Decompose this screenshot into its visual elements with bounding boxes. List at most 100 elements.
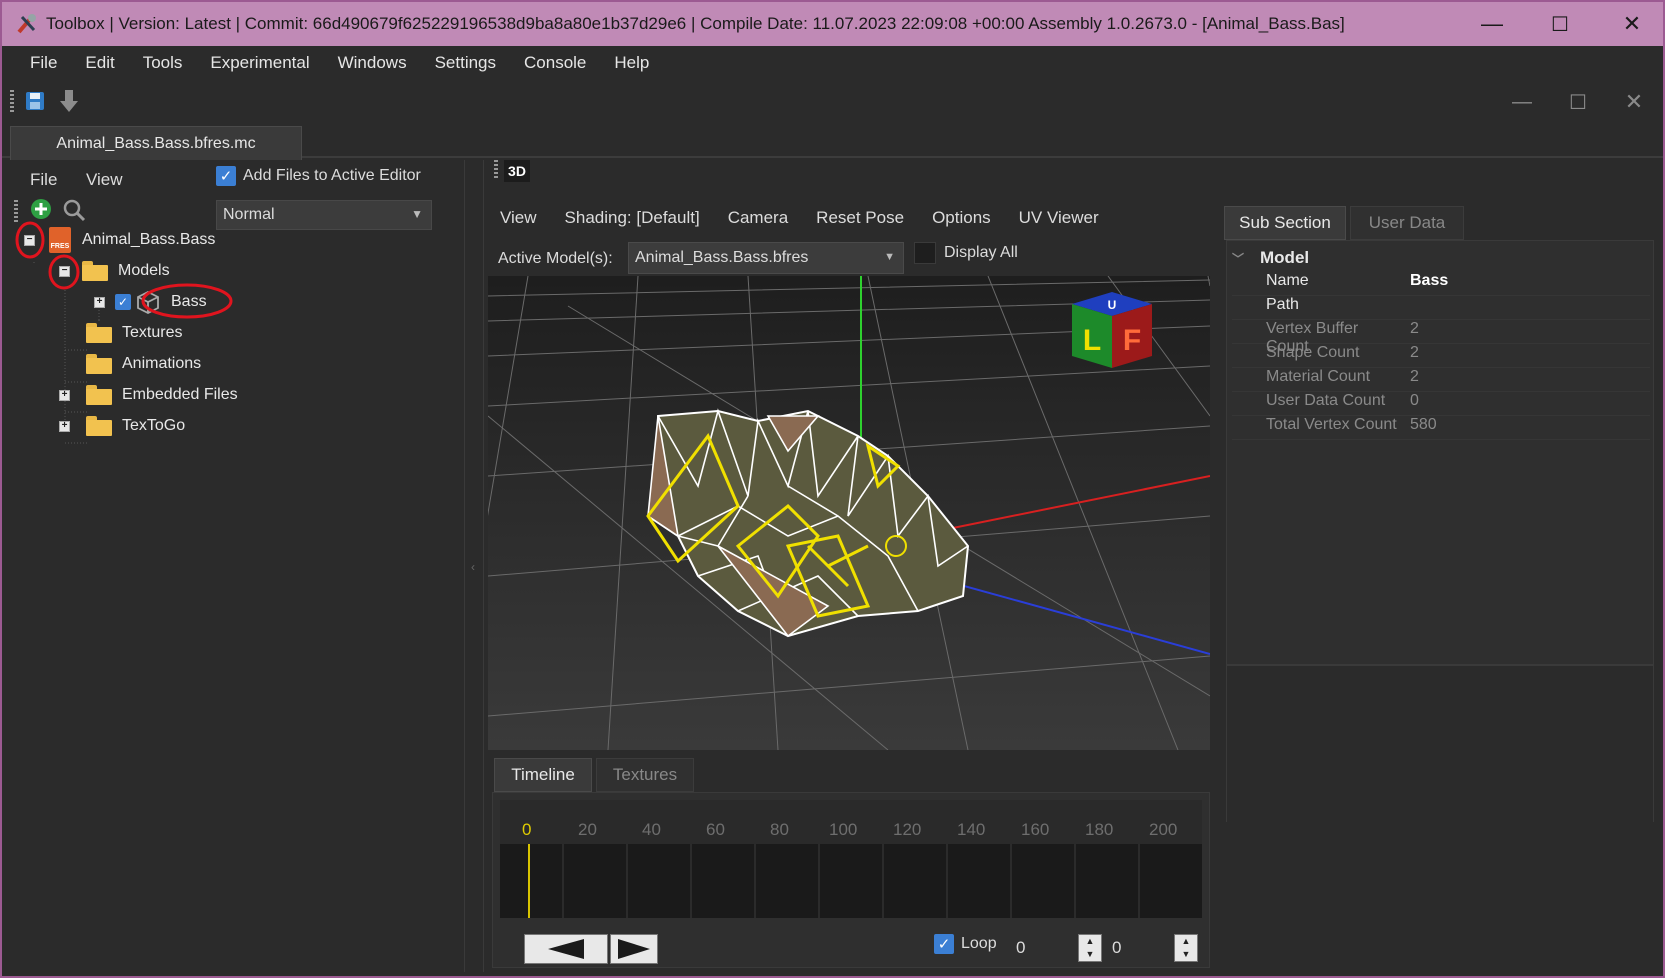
property-row-total-vertex-count[interactable]: Total Vertex Count 580 <box>1232 416 1650 440</box>
tree-label-textogo: TexToGo <box>122 417 186 434</box>
folder-icon <box>86 416 112 436</box>
menu-experimental[interactable]: Experimental <box>196 53 323 73</box>
orientation-cube[interactable]: U L F <box>1072 292 1152 368</box>
property-row-vertex-buffer-count[interactable]: Vertex Buffer Count 2 <box>1232 320 1650 355</box>
viewport-menu-view[interactable]: View <box>500 208 537 228</box>
property-section-model[interactable]: ﹀ Model <box>1232 248 1309 268</box>
property-row-shape-count[interactable]: Shape Count 2 <box>1232 344 1650 368</box>
document-tab[interactable]: Animal_Bass.Bass.bfres.mc <box>10 126 302 160</box>
frame-stepper[interactable]: ▲ ▼ <box>1078 934 1102 962</box>
checkbox-checked-icon: ✓ <box>934 934 954 954</box>
end-frame-value[interactable]: 0 <box>1112 938 1121 958</box>
checkbox-unchecked-icon <box>914 242 936 264</box>
viewport-menu-uv-viewer[interactable]: UV Viewer <box>1019 208 1099 228</box>
doc-close-icon[interactable]: ✕ <box>1614 82 1654 122</box>
collapse-arrow-icon[interactable]: ‹ <box>471 560 475 574</box>
end-frame-stepper[interactable]: ▲ ▼ <box>1174 934 1198 962</box>
display-all-checkbox[interactable]: Display All <box>914 242 1018 264</box>
property-value: 580 <box>1410 416 1437 433</box>
property-value: 2 <box>1410 368 1419 385</box>
property-value: 0 <box>1410 392 1419 409</box>
ruler-tick-label: 160 <box>1021 820 1050 839</box>
tree-item-embedded-files[interactable]: + Embedded Files <box>59 381 238 409</box>
menu-bar: File Edit Tools Experimental Windows Set… <box>2 46 1663 80</box>
close-button[interactable]: ✕ <box>1602 2 1662 46</box>
title-bar[interactable]: Toolbox | Version: Latest | Commit: 66d4… <box>2 2 1663 46</box>
property-key: Name <box>1266 272 1309 289</box>
current-frame-value[interactable]: 0 <box>1016 938 1025 958</box>
maximize-button[interactable]: ☐ <box>1530 2 1590 46</box>
outliner-panel: File View ✓ Add Files to Active Editor N… <box>10 160 464 972</box>
menu-console[interactable]: Console <box>510 53 600 73</box>
play-icon <box>618 939 650 959</box>
panel-splitter[interactable]: ‹ <box>464 160 484 972</box>
outliner-menu-file[interactable]: File <box>30 170 57 190</box>
tab-user-data[interactable]: User Data <box>1350 206 1464 240</box>
main-toolbar: — ☐ ✕ <box>2 82 1663 122</box>
tab-sub-section[interactable]: Sub Section <box>1224 206 1346 240</box>
viewport-scene: U L F <box>488 276 1210 750</box>
property-row-path[interactable]: Path <box>1232 296 1650 320</box>
tree-label-animations: Animations <box>122 355 202 372</box>
viewport-grip[interactable] <box>494 160 498 180</box>
3d-viewport[interactable]: U L F <box>488 276 1210 750</box>
ruler-tick-label: 140 <box>957 820 986 839</box>
viewport-menu-options[interactable]: Options <box>932 208 991 228</box>
property-row-user-data-count[interactable]: User Data Count 0 <box>1232 392 1650 416</box>
property-description-area <box>1227 664 1653 968</box>
add-icon[interactable] <box>30 198 52 220</box>
section-label: Model <box>1260 248 1310 267</box>
prev-frame-button[interactable] <box>524 934 608 964</box>
download-icon[interactable] <box>58 88 80 114</box>
active-model-select[interactable]: Animal_Bass.Bass.bfres ▼ <box>628 242 904 274</box>
property-key: Shape Count <box>1266 344 1360 361</box>
menu-windows[interactable]: Windows <box>324 53 421 73</box>
viewport-menu-shading[interactable]: Shading: [Default] <box>565 208 700 228</box>
property-key: Total Vertex Count <box>1266 416 1397 433</box>
folder-icon <box>86 354 112 374</box>
tree-item-animations[interactable]: Animations <box>86 350 201 378</box>
menu-help[interactable]: Help <box>600 53 663 73</box>
property-row-name[interactable]: Name Bass <box>1232 272 1650 296</box>
save-icon[interactable] <box>24 90 46 112</box>
property-row-material-count[interactable]: Material Count 2 <box>1232 368 1650 392</box>
outliner-menu-view[interactable]: View <box>86 170 123 190</box>
viewport-menu-camera[interactable]: Camera <box>728 208 788 228</box>
folder-icon <box>86 385 112 405</box>
tree-label-embedded: Embedded Files <box>122 386 238 403</box>
property-value[interactable]: Bass <box>1402 272 1448 295</box>
menu-settings[interactable]: Settings <box>421 53 510 73</box>
toolbar-grip[interactable] <box>10 90 14 112</box>
minimize-button[interactable]: — <box>1462 2 1522 46</box>
property-value: 2 <box>1410 344 1419 361</box>
viewport-menu-reset-pose[interactable]: Reset Pose <box>816 208 904 228</box>
menu-file[interactable]: File <box>16 53 71 73</box>
doc-maximize-icon[interactable]: ☐ <box>1558 82 1598 122</box>
tab-timeline[interactable]: Timeline <box>494 758 592 792</box>
property-value[interactable] <box>1402 296 1410 319</box>
expand-icon[interactable]: + <box>59 420 70 432</box>
loop-label: Loop <box>961 935 997 952</box>
ruler-tick-label: 200 <box>1149 820 1178 839</box>
doc-minimize-icon[interactable]: — <box>1502 82 1542 122</box>
document-tab-strip: Animal_Bass.Bass.bfres.mc <box>2 124 1663 160</box>
viewport-3d-tab[interactable]: 3D <box>504 160 530 182</box>
property-key: Path <box>1266 296 1299 313</box>
loop-checkbox[interactable]: ✓ Loop <box>934 934 997 954</box>
playhead[interactable] <box>528 844 530 918</box>
tab-textures[interactable]: Textures <box>596 758 694 792</box>
add-files-checkbox[interactable]: ✓ Add Files to Active Editor <box>216 166 421 186</box>
tree-item-textogo[interactable]: + TexToGo <box>59 412 185 440</box>
ruler-tick-label: 20 <box>578 820 597 839</box>
timeline-track[interactable] <box>500 844 1202 918</box>
ruler-tick-label: 180 <box>1085 820 1114 839</box>
checkbox-checked-icon: ✓ <box>216 166 236 186</box>
active-model-value: Animal_Bass.Bass.bfres <box>635 249 809 266</box>
play-button[interactable] <box>610 934 658 964</box>
property-key: Vertex Buffer Count <box>1266 320 1359 355</box>
menu-tools[interactable]: Tools <box>129 53 197 73</box>
expand-icon[interactable]: + <box>59 389 70 401</box>
menu-edit[interactable]: Edit <box>71 53 128 73</box>
property-value: 2 <box>1410 320 1419 337</box>
ruler-tick-label: 60 <box>706 820 725 839</box>
